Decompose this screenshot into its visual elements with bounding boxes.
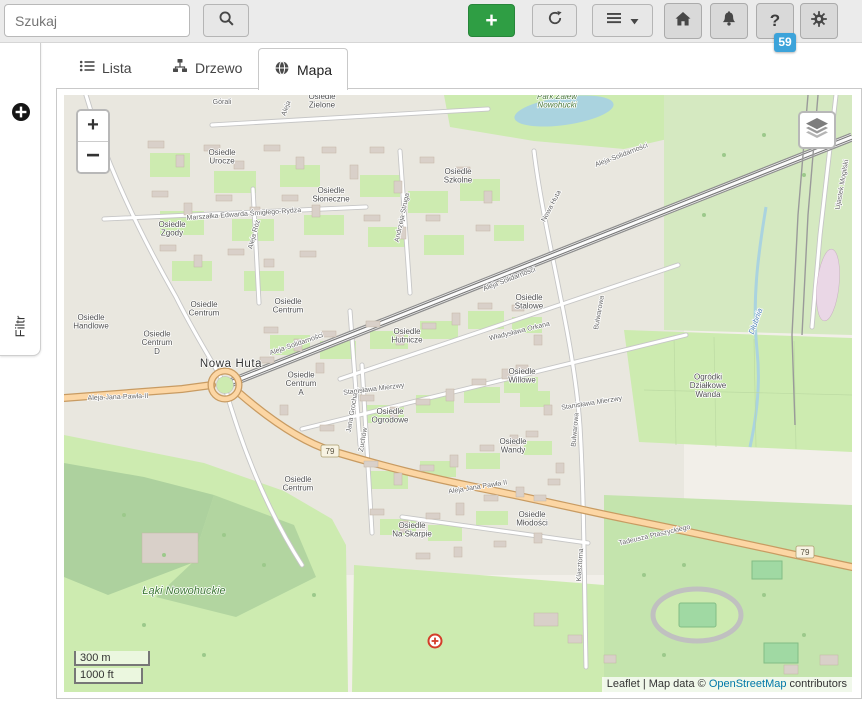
svg-text:79: 79 [326,447,335,456]
menu-dropdown-button[interactable] [592,4,653,37]
notifications-button[interactable] [710,3,748,39]
filter-label: Filtr [12,315,27,337]
home-button[interactable] [664,3,702,39]
refresh-icon [547,10,563,31]
scale-imperial: 1000 ft [74,668,143,684]
map-marker[interactable] [429,635,442,648]
tab-mapa[interactable]: Mapa [258,48,348,90]
zoom-in-button[interactable]: + [78,111,108,141]
refresh-button[interactable] [532,4,577,37]
globe-icon [274,60,290,79]
map-label: OsiedleHandlowe [73,313,109,331]
road-shield-79: 79 [321,445,339,457]
bell-icon [720,10,738,33]
map-label: Górali [213,99,232,106]
attribution-text: Leaflet | Map data © [607,678,709,690]
plus-icon: + [485,10,497,31]
home-icon [674,10,692,33]
map-attribution: Leaflet | Map data © OpenStreetMap contr… [602,677,852,692]
map[interactable]: 79 79 GóraliAlejaOsiedleZielonePark Zale… [64,95,852,692]
map-label: OsiedleSzkolne [444,167,473,185]
map-label: OsiedleCentrum [189,300,220,318]
map-canvas: 79 79 GóraliAlejaOsiedleZielonePark Zale… [64,95,852,692]
search-input[interactable] [4,4,190,37]
map-label: OsiedleZgody [158,220,186,238]
map-label: OsiedleOgrodowe [372,407,409,425]
map-label: Łąki Nowohuckie [142,585,225,597]
question-mark-icon: ? [770,11,780,31]
map-label: OsiedleWillowe [508,367,536,385]
hamburger-icon [606,10,622,31]
map-label: Park ZalewNowohucki [537,95,578,109]
tree-icon [172,58,188,77]
tab-lista[interactable]: Lista [64,48,147,87]
map-label: OsiedleWandy [499,437,527,455]
search-icon [218,10,235,32]
scale-metric: 300 m [74,651,150,667]
map-label: OsiedleMłodości [516,510,548,528]
openstreetmap-link[interactable]: OpenStreetMap [709,678,787,690]
add-button[interactable]: + [468,4,515,37]
expand-filter-button[interactable] [11,102,31,122]
layers-icon [804,115,830,146]
tab-mapa-label: Mapa [297,62,332,78]
map-label: OsiedleZielone [308,95,336,109]
tab-drzewo-label: Drzewo [195,60,242,76]
filter-panel-handle[interactable]: Filtr [0,304,40,348]
map-label: OsiedleStalowe [515,293,544,311]
map-label: OsiedleHutnicze [391,327,423,345]
attribution-suffix: contributors [786,678,847,690]
road-shield-79: 79 [796,546,814,558]
map-label: OsiedleSłoneczne [312,186,350,204]
map-label: OsiedleCentrum [283,475,314,493]
map-label: OsiedleUrocze [208,148,236,166]
map-label: Nowa Huta [200,358,262,370]
svg-text:79: 79 [801,548,810,557]
plus-circle-icon [11,109,31,126]
search-button[interactable] [203,4,249,37]
toolbar: + ? [0,0,862,43]
scale-control: 300 m 1000 ft [74,651,150,684]
filter-sidebar: Filtr [0,42,41,356]
zoom-out-button[interactable]: − [78,141,108,172]
list-icon [79,58,95,77]
layers-control-button[interactable] [798,111,836,149]
gear-icon [810,10,828,33]
chevron-down-icon [630,12,639,30]
settings-button[interactable] [800,3,838,39]
tab-lista-label: Lista [102,60,132,76]
tab-drzewo[interactable]: Drzewo [157,48,257,87]
zoom-control: + − [76,109,110,174]
map-label: OsiedleCentrum [273,297,304,315]
notification-count-badge[interactable]: 59 [774,33,796,52]
